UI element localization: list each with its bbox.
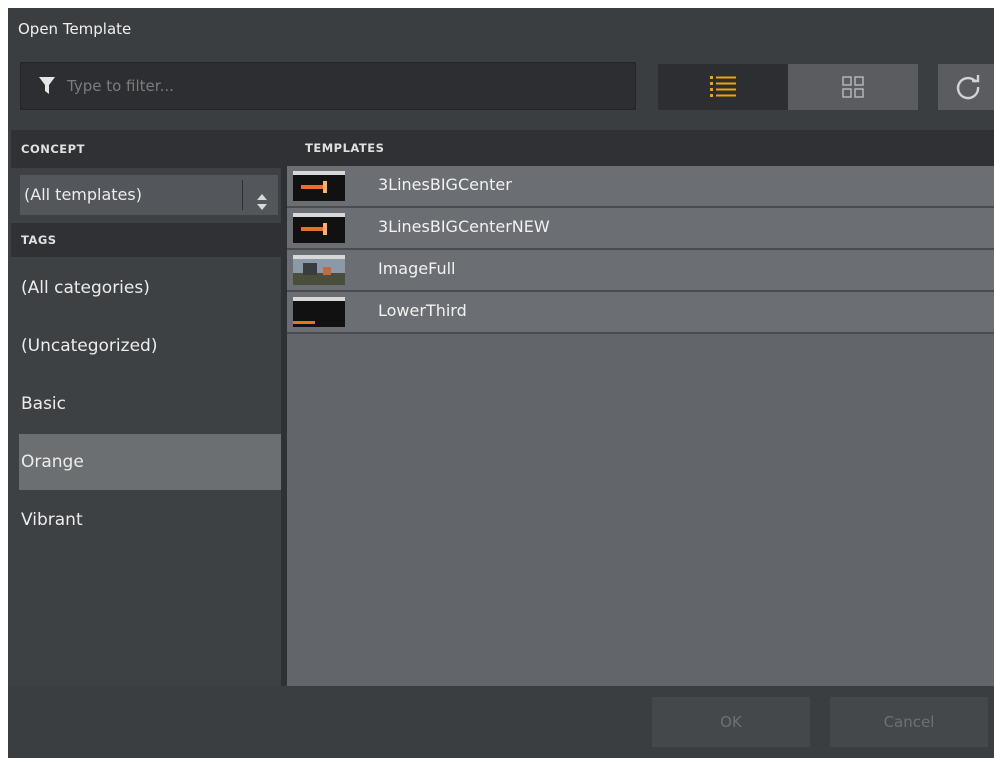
tag-item-orange[interactable]: Orange — [19, 434, 281, 490]
template-name: 3LinesBIGCenter — [378, 175, 512, 194]
open-template-dialog: Open Template Type to filter... CONCEPT … — [8, 8, 994, 758]
list-view-button[interactable] — [658, 64, 788, 110]
template-name: 3LinesBIGCenterNEW — [378, 217, 550, 236]
template-row[interactable]: 3LinesBIGCenter — [287, 166, 994, 208]
template-name: LowerThird — [378, 301, 467, 320]
tag-item-all-categories[interactable]: (All categories) — [11, 260, 281, 316]
concept-header: CONCEPT — [11, 130, 281, 168]
ok-button[interactable]: OK — [652, 697, 810, 747]
template-name: ImageFull — [378, 259, 456, 278]
template-list: 3LinesBIGCenter 3LinesBIGCenterNEW Image… — [287, 166, 994, 334]
cancel-button[interactable]: Cancel — [830, 697, 988, 747]
select-divider — [242, 180, 243, 210]
concept-select-value: (All templates) — [24, 185, 142, 204]
filter-icon — [39, 77, 55, 95]
filter-input[interactable] — [67, 63, 607, 109]
templates-header: TEMPLATES — [287, 130, 994, 166]
dialog-footer: OK Cancel — [8, 686, 994, 758]
updown-arrows-icon — [256, 186, 268, 210]
dialog-title: Open Template — [18, 20, 132, 38]
tags-header: TAGS — [11, 223, 281, 257]
tag-item-basic[interactable]: Basic — [11, 376, 281, 432]
template-thumbnail — [293, 171, 345, 201]
template-thumbnail — [293, 213, 345, 243]
left-pane: CONCEPT (All templates) TAGS (All catego… — [11, 130, 281, 686]
tag-item-uncategorized[interactable]: (Uncategorized) — [11, 318, 281, 374]
template-row[interactable]: ImageFull — [287, 250, 994, 292]
tag-item-vibrant[interactable]: Vibrant — [11, 492, 281, 548]
concept-select[interactable]: (All templates) — [20, 175, 278, 215]
dialog-titlebar: Open Template — [8, 8, 994, 56]
templates-pane: TEMPLATES 3LinesBIGCenter 3LinesBIGCente… — [287, 130, 994, 686]
toolbar — [8, 56, 994, 132]
filter-box[interactable] — [20, 62, 636, 110]
template-thumbnail — [293, 255, 345, 285]
template-row[interactable]: 3LinesBIGCenterNEW — [287, 208, 994, 250]
grid-view-button[interactable] — [788, 64, 918, 110]
refresh-button[interactable] — [938, 64, 994, 110]
template-row[interactable]: LowerThird — [287, 292, 994, 334]
tag-list: (All categories) (Uncategorized) Basic O… — [11, 260, 281, 550]
template-thumbnail — [293, 297, 345, 327]
